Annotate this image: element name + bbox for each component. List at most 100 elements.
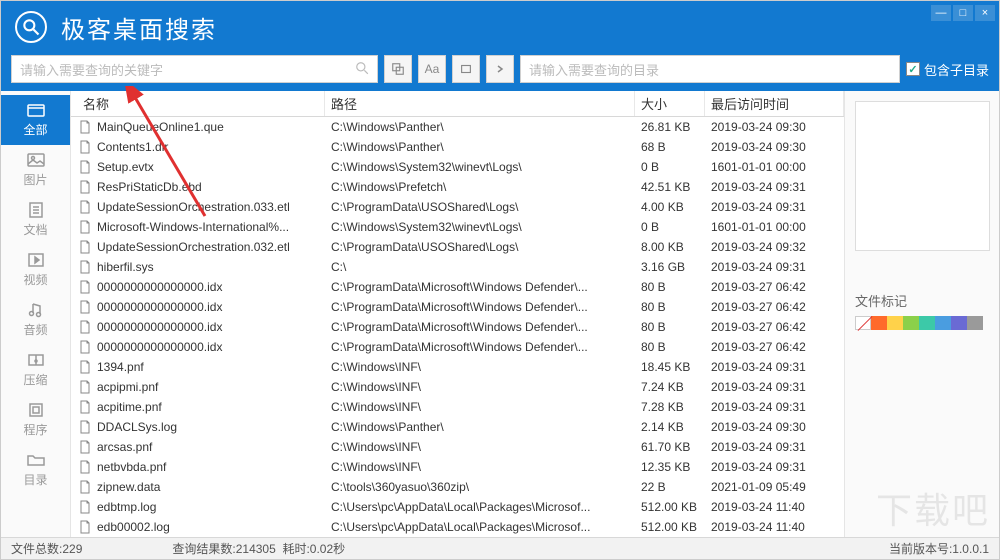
file-name: MainQueueOnline1.que: [97, 120, 325, 134]
sidebar-item-all[interactable]: 全部: [1, 95, 70, 145]
sidebar-item-folder[interactable]: 目录: [1, 445, 70, 495]
tag-swatch[interactable]: [967, 316, 983, 330]
file-date: 2019-03-24 11:40: [705, 500, 844, 514]
status-total: 文件总数:229: [11, 540, 82, 557]
file-icon: [77, 439, 93, 455]
file-name: zipnew.data: [97, 480, 325, 494]
table-row[interactable]: Microsoft-Windows-International%...C:\Wi…: [71, 217, 844, 237]
file-size: 26.81 KB: [635, 120, 705, 134]
directory-input[interactable]: 请输入需要查询的目录: [520, 55, 900, 83]
table-row[interactable]: Setup.evtxC:\Windows\System32\winevt\Log…: [71, 157, 844, 177]
file-date: 2019-03-24 11:40: [705, 520, 844, 534]
regex-button[interactable]: [384, 55, 412, 83]
sidebar-item-label: 音频: [23, 321, 47, 338]
table-row[interactable]: MainQueueOnline1.queC:\Windows\Panther\2…: [71, 117, 844, 137]
sidebar: 全部图片文档视频音频压缩程序目录: [1, 91, 71, 537]
file-date: 1601-01-01 00:00: [705, 160, 844, 174]
file-name: 0000000000000000.idx: [97, 280, 325, 294]
preview-box: [855, 101, 990, 251]
file-size: 512.00 KB: [635, 500, 705, 514]
audio-icon: [26, 302, 46, 318]
file-path: C:\: [325, 260, 635, 274]
all-icon: [26, 102, 46, 118]
tag-none[interactable]: [855, 316, 871, 330]
table-row[interactable]: 0000000000000000.idxC:\ProgramData\Micro…: [71, 297, 844, 317]
file-icon: [77, 419, 93, 435]
file-path: C:\ProgramData\Microsoft\Windows Defende…: [325, 300, 635, 314]
table-row[interactable]: 1394.pnfC:\Windows\INF\18.45 KB2019-03-2…: [71, 357, 844, 377]
table-row[interactable]: arcsas.pnfC:\Windows\INF\61.70 KB2019-03…: [71, 437, 844, 457]
file-date: 2019-03-27 06:42: [705, 320, 844, 334]
include-subdir-label: 包含子目录: [924, 60, 989, 79]
table-row[interactable]: UpdateSessionOrchestration.033.etlC:\Pro…: [71, 197, 844, 217]
table-row[interactable]: Contents1.dirC:\Windows\Panther\68 B2019…: [71, 137, 844, 157]
table-row[interactable]: 0000000000000000.idxC:\ProgramData\Micro…: [71, 337, 844, 357]
table-row[interactable]: UpdateSessionOrchestration.032.etlC:\Pro…: [71, 237, 844, 257]
table-row[interactable]: DDACLSys.logC:\Windows\Panther\2.14 KB20…: [71, 417, 844, 437]
search-input[interactable]: 请输入需要查询的关键字: [11, 55, 378, 83]
column-path[interactable]: 路径: [325, 91, 635, 116]
table-row[interactable]: acpipmi.pnfC:\Windows\INF\7.24 KB2019-03…: [71, 377, 844, 397]
table-row[interactable]: netbvbda.pnfC:\Windows\INF\12.35 KB2019-…: [71, 457, 844, 477]
table-row[interactable]: edb00002.logC:\Users\pc\AppData\Local\Pa…: [71, 517, 844, 537]
file-size: 0 B: [635, 160, 705, 174]
file-icon: [77, 459, 93, 475]
sidebar-item-label: 全部: [23, 121, 47, 138]
file-name: edbtmp.log: [97, 500, 325, 514]
file-name: edb00002.log: [97, 520, 325, 534]
file-path: C:\Windows\Panther\: [325, 120, 635, 134]
file-icon: [77, 299, 93, 315]
tag-swatch[interactable]: [871, 316, 887, 330]
column-date[interactable]: 最后访问时间: [705, 91, 844, 116]
sidebar-item-doc[interactable]: 文档: [1, 195, 70, 245]
table-row[interactable]: ResPriStaticDb.ebdC:\Windows\Prefetch\42…: [71, 177, 844, 197]
file-path: C:\Windows\INF\: [325, 360, 635, 374]
file-path: C:\Windows\INF\: [325, 380, 635, 394]
search-icon: [355, 61, 369, 78]
include-subdir-checkbox[interactable]: ✓ 包含子目录: [906, 60, 989, 79]
tag-swatch[interactable]: [903, 316, 919, 330]
column-name[interactable]: 名称: [77, 91, 325, 116]
maximize-button[interactable]: □: [953, 5, 973, 21]
sidebar-item-image[interactable]: 图片: [1, 145, 70, 195]
file-icon: [77, 239, 93, 255]
tag-swatch[interactable]: [887, 316, 903, 330]
file-name: hiberfil.sys: [97, 260, 325, 274]
table-row[interactable]: 0000000000000000.idxC:\ProgramData\Micro…: [71, 277, 844, 297]
table-row[interactable]: edbtmp.logC:\Users\pc\AppData\Local\Pack…: [71, 497, 844, 517]
directory-placeholder: 请输入需要查询的目录: [529, 60, 891, 79]
tag-swatch[interactable]: [919, 316, 935, 330]
collapse-button[interactable]: [486, 55, 514, 83]
close-button[interactable]: ×: [975, 5, 995, 21]
file-size: 4.00 KB: [635, 200, 705, 214]
file-size: 68 B: [635, 140, 705, 154]
case-button[interactable]: Aa: [418, 55, 446, 83]
file-name: UpdateSessionOrchestration.032.etl: [97, 240, 325, 254]
tag-swatch[interactable]: [935, 316, 951, 330]
file-name: Setup.evtx: [97, 160, 325, 174]
file-icon: [77, 159, 93, 175]
file-size: 12.35 KB: [635, 460, 705, 474]
app-logo-icon: [15, 11, 47, 43]
sidebar-item-video[interactable]: 视频: [1, 245, 70, 295]
table-row[interactable]: acpitime.pnfC:\Windows\INF\7.28 KB2019-0…: [71, 397, 844, 417]
table-row[interactable]: hiberfil.sysC:\3.16 GB2019-03-24 09:31: [71, 257, 844, 277]
file-name: UpdateSessionOrchestration.033.etl: [97, 200, 325, 214]
sidebar-item-program[interactable]: 程序: [1, 395, 70, 445]
file-path: C:\ProgramData\Microsoft\Windows Defende…: [325, 280, 635, 294]
tag-swatch[interactable]: [951, 316, 967, 330]
file-list[interactable]: MainQueueOnline1.queC:\Windows\Panther\2…: [71, 117, 844, 537]
table-row[interactable]: zipnew.dataC:\tools\360yasuo\360zip\22 B…: [71, 477, 844, 497]
minimize-button[interactable]: —: [931, 5, 951, 21]
table-row[interactable]: 0000000000000000.idxC:\ProgramData\Micro…: [71, 317, 844, 337]
sidebar-item-audio[interactable]: 音频: [1, 295, 70, 345]
sidebar-item-archive[interactable]: 压缩: [1, 345, 70, 395]
view-button[interactable]: [452, 55, 480, 83]
file-path: C:\Windows\INF\: [325, 460, 635, 474]
file-path: C:\ProgramData\USOShared\Logs\: [325, 200, 635, 214]
doc-icon: [26, 202, 46, 218]
column-size[interactable]: 大小: [635, 91, 705, 116]
file-name: netbvbda.pnf: [97, 460, 325, 474]
search-placeholder: 请输入需要查询的关键字: [20, 60, 355, 79]
archive-icon: [26, 352, 46, 368]
